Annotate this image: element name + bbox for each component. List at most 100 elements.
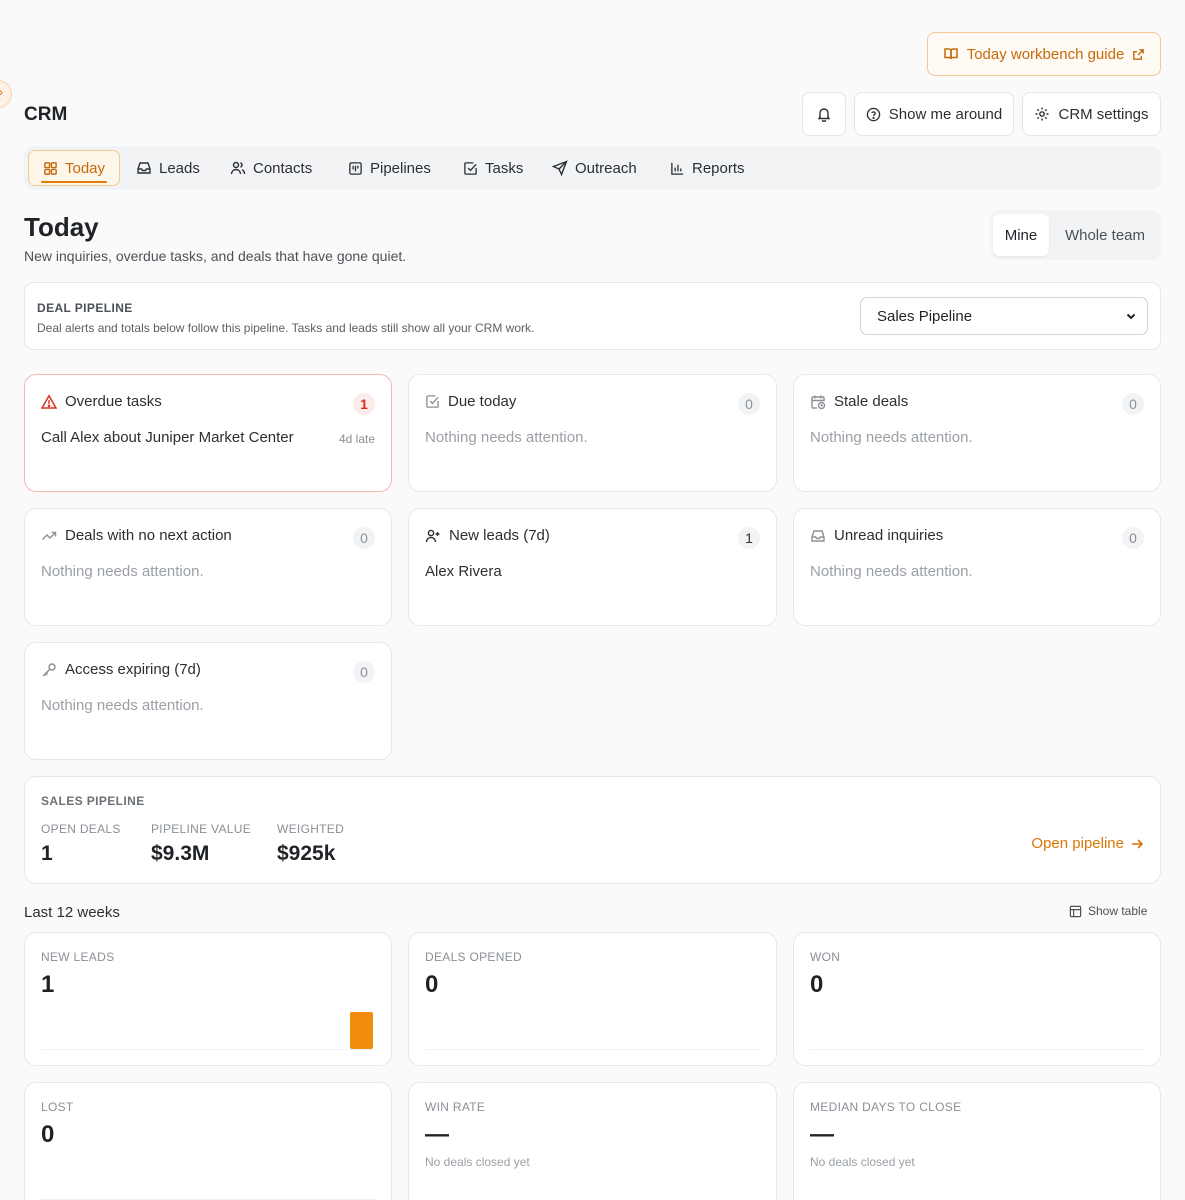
no-next-action-empty: Nothing needs attention. — [41, 563, 204, 580]
workbench-guide-button[interactable]: Today workbench guide — [927, 32, 1161, 76]
sales-pipeline-label: SALES PIPELINE — [41, 794, 145, 808]
help-circle-icon — [866, 107, 881, 121]
no-next-action-header: Deals with no next action — [41, 527, 232, 544]
tab-today[interactable]: Today — [28, 150, 121, 186]
open-deals-value: 1 — [41, 842, 53, 865]
crm-settings-button[interactable]: CRM settings — [1022, 92, 1161, 136]
bell-icon — [817, 108, 831, 122]
no-next-action-title: Deals with no next action — [65, 527, 232, 544]
stale-deals-title: Stale deals — [834, 393, 909, 410]
deal-pipeline-description: Deal alerts and totals below follow this… — [37, 321, 535, 335]
access-expiring-card: Access expiring (7d) 0 Nothing needs att… — [24, 642, 392, 760]
crm-settings-label: CRM settings — [1058, 105, 1149, 123]
gear-icon — [1035, 107, 1049, 121]
page-subtitle: New inquiries, overdue tasks, and deals … — [24, 248, 407, 264]
chevron-right-icon: › — [0, 85, 3, 99]
scope-whole-team-option[interactable]: Whole team — [1052, 214, 1158, 256]
metric-win-rate-value: — — [425, 1121, 449, 1148]
stale-deals-count: 0 — [1122, 393, 1144, 415]
sparkline-baseline — [425, 1049, 760, 1050]
overdue-tasks-header: Overdue tasks — [41, 393, 162, 410]
trending-up-icon — [42, 531, 57, 540]
check-square-icon — [426, 395, 439, 408]
due-today-empty: Nothing needs attention. — [425, 429, 588, 446]
tab-contacts-label: Contacts — [253, 159, 313, 177]
user-plus-icon — [425, 529, 440, 542]
open-deals-label: OPEN DEALS — [41, 822, 121, 836]
metric-win-rate-label: WIN RATE — [425, 1100, 486, 1114]
app-title: CRM — [24, 104, 68, 125]
notifications-button[interactable] — [802, 92, 846, 136]
stale-deals-card: Stale deals 0 Nothing needs attention. — [793, 374, 1161, 492]
access-expiring-count: 0 — [353, 661, 375, 683]
metric-new-leads: NEW LEADS 1 — [24, 932, 392, 1066]
sidebar-expand-handle[interactable]: › — [0, 80, 12, 108]
metric-lost-label: LOST — [41, 1100, 74, 1114]
show-me-around-label: Show me around — [888, 105, 1003, 123]
access-expiring-empty: Nothing needs attention. — [41, 697, 204, 714]
new-leads-title: New leads (7d) — [449, 527, 550, 544]
new-leads-header: New leads (7d) — [425, 527, 550, 544]
tab-reports-label: Reports — [692, 159, 745, 177]
metric-new-leads-value: 1 — [41, 971, 55, 998]
stale-deals-header: Stale deals — [810, 393, 908, 410]
weighted-label: WEIGHTED — [277, 822, 345, 836]
metric-win-rate: WIN RATE — No deals closed yet — [408, 1082, 777, 1200]
users-icon — [230, 161, 246, 175]
new-lead-item[interactable]: Alex Rivera — [425, 563, 502, 580]
overdue-task-item[interactable]: Call Alex about Juniper Market Center — [41, 429, 294, 446]
unread-inquiries-header: Unread inquiries — [810, 527, 943, 544]
kanban-icon — [349, 161, 362, 175]
unread-inquiries-card: Unread inquiries 0 Nothing needs attenti… — [793, 508, 1161, 626]
metric-new-leads-label: NEW LEADS — [41, 950, 115, 964]
new-leads-card: New leads (7d) 1 Alex Rivera — [408, 508, 777, 626]
pipeline-value: $9.3M — [151, 842, 210, 865]
pipeline-select[interactable]: Sales Pipeline — [860, 297, 1148, 335]
page-title: Today — [24, 212, 99, 242]
active-tab-indicator — [41, 181, 108, 183]
due-today-count: 0 — [738, 393, 760, 415]
pipeline-value-label: PIPELINE VALUE — [151, 822, 252, 836]
tab-outreach[interactable]: Outreach — [538, 150, 651, 186]
tab-contacts[interactable]: Contacts — [216, 150, 326, 186]
sparkline-baseline — [41, 1049, 375, 1050]
metric-median-days-label: MEDIAN DAYS TO CLOSE — [810, 1100, 962, 1114]
pipeline-select-value: Sales Pipeline — [877, 307, 973, 325]
tab-leads[interactable]: Leads — [122, 150, 214, 186]
bar-chart-icon — [671, 162, 684, 175]
scope-mine-option[interactable]: Mine — [993, 214, 1049, 256]
unread-inquiries-title: Unread inquiries — [834, 527, 944, 544]
show-table-label: Show table — [1088, 904, 1148, 918]
metric-deals-opened: DEALS OPENED 0 — [408, 932, 777, 1066]
calendar-clock-icon — [811, 395, 826, 409]
main-nav: Today Leads Contacts Pipelines Tasks Out… — [24, 146, 1161, 190]
table-icon — [1069, 905, 1082, 917]
tab-tasks[interactable]: Tasks — [449, 150, 537, 186]
metric-median-days: MEDIAN DAYS TO CLOSE — No deals closed y… — [793, 1082, 1161, 1200]
workbench-guide-label: Today workbench guide — [966, 45, 1125, 63]
metric-deals-opened-value: 0 — [425, 971, 439, 998]
check-square-icon — [464, 161, 477, 175]
metric-won: WON 0 — [793, 932, 1161, 1066]
open-pipeline-link[interactable]: Open pipeline — [1031, 835, 1144, 852]
open-pipeline-label: Open pipeline — [1031, 835, 1124, 852]
alert-triangle-icon — [41, 393, 57, 409]
metric-lost: LOST 0 — [24, 1082, 392, 1200]
weighted-value: $925k — [277, 842, 336, 865]
overdue-tasks-count: 1 — [353, 393, 375, 415]
show-me-around-button[interactable]: Show me around — [854, 92, 1014, 136]
scope-toggle: Mine Whole team — [990, 210, 1161, 260]
deal-pipeline-card: DEAL PIPELINE Deal alerts and totals bel… — [24, 282, 1161, 350]
tab-today-label: Today — [65, 159, 106, 177]
grid-icon — [44, 161, 57, 175]
chevron-down-icon — [1126, 313, 1136, 320]
external-link-icon — [1133, 48, 1145, 60]
tab-leads-label: Leads — [159, 159, 200, 177]
inbox-icon — [137, 162, 151, 174]
show-table-button[interactable]: Show table — [1069, 904, 1147, 918]
last-12-weeks-title: Last 12 weeks — [24, 904, 120, 921]
tab-reports[interactable]: Reports — [656, 150, 759, 186]
metric-won-label: WON — [810, 950, 841, 964]
metric-median-days-note: No deals closed yet — [810, 1155, 915, 1169]
tab-pipelines[interactable]: Pipelines — [334, 150, 445, 186]
